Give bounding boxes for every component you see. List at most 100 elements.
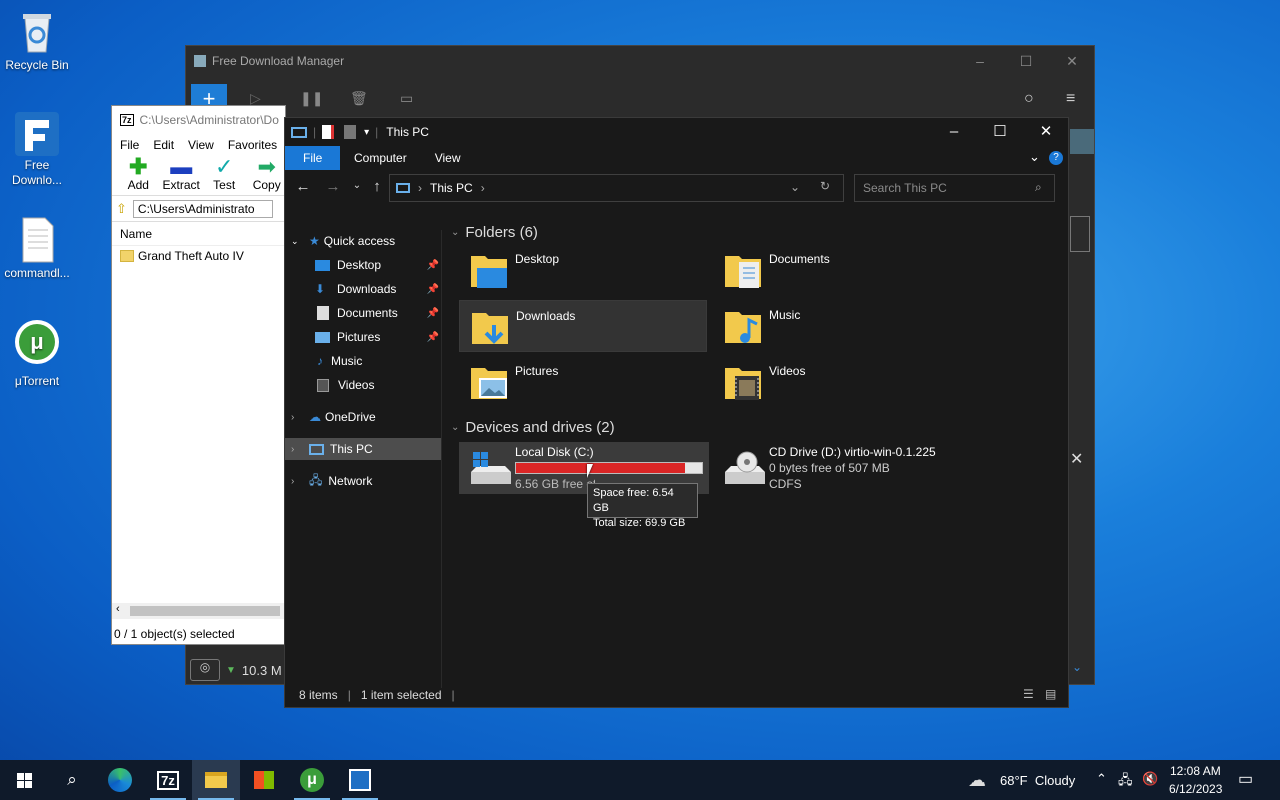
network-icon[interactable]: 🖧 [1118, 771, 1133, 793]
nav-onedrive[interactable]: › ☁ OneDrive [291, 406, 441, 428]
nav-desktop[interactable]: Desktop 📌 [315, 254, 439, 276]
search-icon[interactable]: ⌕ [1035, 180, 1042, 195]
taskbar-store[interactable] [240, 760, 288, 800]
address-dropdown-icon[interactable]: ⌄ [790, 180, 800, 194]
extract-button[interactable]: ▬ Extract [163, 156, 200, 195]
folder-music[interactable]: Music [713, 300, 961, 352]
nav-pictures[interactable]: Pictures 📌 [315, 326, 439, 348]
fdm-delete-icon[interactable]: 🗑 [350, 90, 368, 107]
up-folder-icon[interactable]: ⇧ [116, 201, 127, 217]
breadcrumb[interactable]: This PC [430, 181, 473, 195]
folder-documents[interactable]: Documents [713, 244, 961, 296]
taskbar-7zip[interactable]: 7z [144, 760, 192, 800]
tab-view[interactable]: View [421, 146, 475, 170]
explorer-titlebar[interactable]: | ▾ | This PC – ☐ ✕ [285, 118, 1068, 146]
desktop-icon-commandline[interactable]: commandl... [0, 216, 74, 281]
minimize-button[interactable]: – [931, 118, 977, 146]
folder-desktop[interactable]: Desktop [459, 244, 707, 296]
expanded-chevron-icon[interactable]: ⌄ [291, 236, 309, 247]
nav-music[interactable]: ♪ Music [315, 350, 439, 372]
pin-icon[interactable]: 📌 [427, 260, 439, 271]
copy-button[interactable]: ➡ Copy [248, 156, 285, 195]
taskbar-utorrent[interactable]: μ [288, 760, 336, 800]
menu-view[interactable]: View [188, 138, 214, 152]
test-button[interactable]: ✓ Test [206, 156, 243, 195]
menu-favorites[interactable]: Favorites [228, 138, 277, 152]
pin-icon[interactable]: 📌 [427, 308, 439, 319]
properties-icon[interactable] [322, 125, 335, 139]
maximize-button[interactable]: ☐ [1003, 46, 1049, 76]
list-item[interactable]: Grand Theft Auto IV [112, 246, 285, 266]
desktop-icon-fdm[interactable]: Free Downlo... [0, 110, 74, 188]
notifications-icon[interactable]: ▭ [1238, 769, 1253, 789]
column-header-name[interactable]: Name [112, 222, 285, 246]
close-button[interactable]: ✕ [1049, 46, 1095, 76]
maximize-button[interactable]: ☐ [977, 118, 1023, 146]
folder-downloads[interactable]: Downloads [459, 300, 707, 352]
fdm-pause-icon[interactable]: ❚❚ [300, 90, 323, 107]
desktop-icon-recycle-bin[interactable]: Recycle Bin [0, 8, 74, 73]
fdm-scroll-down-icon[interactable]: ⌄ [1072, 660, 1082, 674]
tab-computer[interactable]: Computer [340, 146, 421, 170]
folder-pictures[interactable]: Pictures [459, 356, 707, 408]
nav-quick-access[interactable]: ⌄ ★ Quick access [291, 230, 441, 252]
menu-edit[interactable]: Edit [153, 138, 174, 152]
pin-icon[interactable]: 📌 [427, 332, 439, 343]
details-view-icon[interactable]: ☰ [1023, 687, 1034, 701]
folders-group-header[interactable]: ⌄ Folders (6) [451, 224, 538, 241]
collapsed-chevron-icon[interactable]: › [291, 476, 309, 487]
weather-icon[interactable]: ☁ [968, 770, 986, 791]
tab-file[interactable]: File [285, 146, 340, 170]
nav-this-pc[interactable]: › This PC [285, 438, 441, 460]
start-button[interactable] [0, 760, 48, 800]
search-button[interactable]: ⌕ [48, 760, 96, 800]
taskbar-edge[interactable] [96, 760, 144, 800]
forward-button[interactable]: → [321, 178, 345, 195]
clock-time[interactable]: 12:08 AM [1170, 764, 1221, 778]
horizontal-scrollbar[interactable]: ‹ [112, 603, 285, 619]
desktop-icon-utorrent[interactable]: μ μTorrent [0, 318, 74, 389]
fdm-menu-icon[interactable]: ≡ [1066, 90, 1075, 108]
close-button[interactable]: ✕ [1023, 118, 1069, 146]
expand-ribbon-icon[interactable]: ⌄ [1029, 149, 1040, 165]
nav-downloads[interactable]: ⬇ Downloads 📌 [315, 278, 439, 300]
refresh-icon[interactable]: ↻ [820, 179, 830, 193]
quick-access-dropdown-icon[interactable]: ▾ [364, 127, 369, 138]
folder-videos[interactable]: Videos [713, 356, 961, 408]
sevenzip-titlebar[interactable]: 7z C:\Users\Administrator\Do [112, 106, 285, 134]
scroll-left-icon[interactable]: ‹ [116, 603, 120, 615]
search-input[interactable]: Search This PC ⌕ [854, 174, 1055, 202]
pin-icon[interactable]: 📌 [427, 284, 439, 295]
large-icons-view-icon[interactable]: ▤ [1045, 687, 1056, 701]
collapsed-chevron-icon[interactable]: › [291, 444, 309, 455]
volume-muted-icon[interactable]: 🔇 [1142, 771, 1158, 787]
help-icon[interactable]: ? [1049, 151, 1063, 165]
sevenzip-window[interactable]: 7z C:\Users\Administrator\Do File Edit V… [111, 105, 286, 645]
sevenzip-path-input[interactable]: C:\Users\Administrato [132, 199, 273, 218]
fdm-titlebar[interactable]: Free Download Manager – ☐ ✕ [186, 46, 1094, 76]
weather-text[interactable]: 68°F Cloudy [1000, 773, 1075, 788]
fdm-folder-icon[interactable]: ▭ [400, 90, 413, 107]
taskbar-fdm[interactable] [336, 760, 384, 800]
taskbar-explorer[interactable] [192, 760, 240, 800]
show-hidden-icons-icon[interactable]: ⌃ [1096, 771, 1107, 787]
nav-videos[interactable]: Videos [315, 374, 439, 396]
minimize-button[interactable]: – [957, 46, 1003, 76]
back-button[interactable]: ← [291, 178, 315, 195]
address-bar[interactable]: › This PC › ⌄ ↻ [389, 174, 844, 202]
explorer-window[interactable]: | ▾ | This PC – ☐ ✕ File Computer View ⌄… [284, 117, 1069, 708]
fdm-search-icon[interactable]: ○ [1024, 90, 1034, 108]
collapsed-chevron-icon[interactable]: › [291, 412, 309, 423]
menu-file[interactable]: File [120, 138, 139, 152]
snail-icon[interactable]: ◎ [190, 659, 220, 681]
scroll-thumb[interactable] [130, 606, 280, 616]
clock-date[interactable]: 6/12/2023 [1169, 782, 1222, 796]
new-folder-icon[interactable] [344, 125, 357, 139]
fdm-close-details-icon[interactable]: ✕ [1070, 449, 1083, 469]
drive-d[interactable]: CD Drive (D:) virtio-win-0.1.225 0 bytes… [713, 442, 973, 494]
up-button[interactable]: ↑ [365, 178, 389, 195]
nav-network[interactable]: › 🖧 Network [291, 470, 441, 492]
devices-group-header[interactable]: ⌄ Devices and drives (2) [451, 419, 615, 436]
nav-documents[interactable]: Documents 📌 [315, 302, 439, 324]
add-button[interactable]: ✚ Add [120, 156, 157, 195]
